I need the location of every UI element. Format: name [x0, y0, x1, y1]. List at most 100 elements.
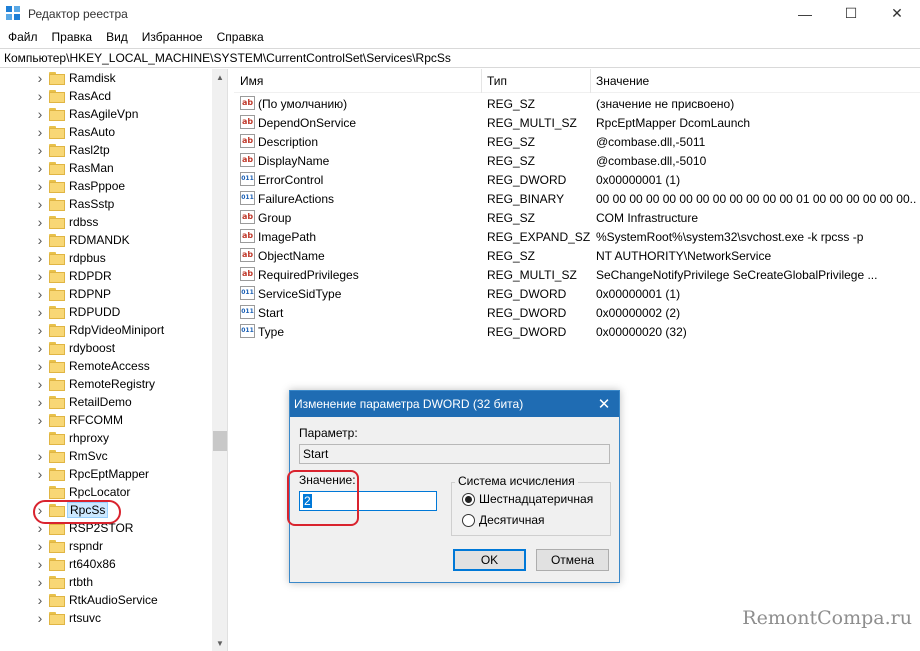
tree-item[interactable]: › RasAuto — [0, 123, 212, 141]
value-data: 00 00 00 00 00 00 00 00 00 00 00 00 01 0… — [596, 191, 916, 206]
scrollbar-thumb[interactable] — [213, 431, 227, 451]
tree-item[interactable]: rhproxy — [0, 429, 212, 447]
tree-item[interactable]: › Ramdisk — [0, 69, 212, 87]
chevron-right-icon[interactable]: › — [36, 573, 44, 591]
tree-item[interactable]: › RasPppoe — [0, 177, 212, 195]
tree-item[interactable]: RpcLocator — [0, 483, 212, 501]
tree-item[interactable]: › RDPDR — [0, 267, 212, 285]
chevron-right-icon[interactable]: › — [36, 375, 44, 393]
tree-item[interactable]: › RpcEptMapper — [0, 465, 212, 483]
tree-item[interactable]: › RetailDemo — [0, 393, 212, 411]
tree-item[interactable]: › RemoteAccess — [0, 357, 212, 375]
chevron-right-icon[interactable]: › — [36, 537, 44, 555]
chevron-right-icon[interactable]: › — [36, 231, 44, 249]
value-type: REG_SZ — [487, 210, 536, 225]
chevron-right-icon[interactable]: › — [36, 339, 44, 357]
tree-item-label: RasAcd — [69, 89, 112, 103]
scroll-down-icon[interactable]: ▼ — [212, 635, 227, 651]
chevron-right-icon[interactable]: › — [36, 357, 44, 375]
value-row[interactable]: 011 Start REG_DWORD 0x00000002 (2) — [234, 303, 920, 322]
chevron-right-icon[interactable]: › — [36, 465, 44, 483]
maximize-button[interactable]: ☐ — [828, 0, 874, 27]
chevron-right-icon[interactable]: › — [36, 249, 44, 267]
value-row[interactable]: ab Description REG_SZ @combase.dll,-5011 — [234, 132, 920, 151]
tree-item[interactable]: › RasSstp — [0, 195, 212, 213]
tree-item[interactable]: › rtbth — [0, 573, 212, 591]
tree-item[interactable]: › Rasl2tp — [0, 141, 212, 159]
tree-item-label: RtkAudioService — [69, 593, 158, 607]
tree-item[interactable]: › RmSvc — [0, 447, 212, 465]
chevron-right-icon[interactable]: › — [36, 321, 44, 339]
radio-hex[interactable]: Шестнадцатеричная — [462, 492, 593, 506]
value-row[interactable]: ab ImagePath REG_EXPAND_SZ %SystemRoot%\sys… — [234, 227, 920, 246]
minimize-button[interactable]: — — [782, 0, 828, 27]
tree-item[interactable]: › RDPNP — [0, 285, 212, 303]
tree-item[interactable]: › RemoteRegistry — [0, 375, 212, 393]
chevron-right-icon[interactable]: › — [36, 591, 44, 609]
chevron-right-icon[interactable]: › — [36, 447, 44, 465]
chevron-right-icon[interactable]: › — [36, 159, 44, 177]
chevron-right-icon[interactable]: › — [36, 177, 44, 195]
tree-item[interactable]: › rdyboost — [0, 339, 212, 357]
menu-view[interactable]: Вид — [99, 30, 135, 44]
tree-item[interactable]: › RtkAudioService — [0, 591, 212, 609]
value-row[interactable]: 011 Type REG_DWORD 0x00000020 (32) — [234, 322, 920, 341]
tree-item[interactable]: › rt640x86 — [0, 555, 212, 573]
menu-file[interactable]: Файл — [0, 30, 45, 44]
chevron-right-icon[interactable]: › — [36, 69, 44, 87]
tree-item-label: RasAgileVpn — [69, 107, 139, 121]
value-row[interactable]: ab RequiredPrivileges REG_MULTI_SZ SeChange… — [234, 265, 920, 284]
chevron-right-icon[interactable]: › — [36, 87, 44, 105]
tree-item[interactable]: › RasAcd — [0, 87, 212, 105]
value-row[interactable]: ab (По умолчанию) REG_SZ (значение не присв… — [234, 94, 920, 113]
chevron-right-icon[interactable]: › — [36, 213, 44, 231]
chevron-right-icon[interactable]: › — [36, 141, 44, 159]
tree-item[interactable]: › RdpVideoMiniport — [0, 321, 212, 339]
tree-item[interactable]: › rdbss — [0, 213, 212, 231]
tree-item[interactable]: › RDPUDD — [0, 303, 212, 321]
menu-help[interactable]: Справка — [210, 30, 271, 44]
value-row[interactable]: ab DependOnService REG_MULTI_SZ RpcEptMappe… — [234, 113, 920, 132]
tree-item[interactable]: › RasMan — [0, 159, 212, 177]
radio-dec[interactable]: Десятичная — [462, 513, 545, 527]
chevron-right-icon[interactable]: › — [36, 303, 44, 321]
radio-hex-icon[interactable] — [462, 492, 475, 506]
value-row[interactable]: ab DisplayName REG_SZ @combase.dll,-5010 — [234, 151, 920, 170]
cancel-button[interactable]: Отмена — [536, 549, 609, 571]
chevron-right-icon[interactable]: › — [36, 195, 44, 213]
menu-edit[interactable]: Правка — [45, 30, 100, 44]
chevron-right-icon[interactable]: › — [36, 285, 44, 303]
folder-icon — [49, 179, 65, 193]
close-button[interactable]: ✕ — [874, 0, 920, 27]
chevron-right-icon[interactable]: › — [36, 123, 44, 141]
dialog-close-icon[interactable]: ✕ — [589, 391, 619, 417]
chevron-right-icon[interactable]: › — [36, 411, 44, 429]
tree-item[interactable]: › RasAgileVpn — [0, 105, 212, 123]
scroll-up-icon[interactable]: ▲ — [212, 69, 227, 85]
tree-item[interactable]: › rtsuvc — [0, 609, 212, 627]
tree-item-label: Rasl2tp — [69, 143, 110, 157]
chevron-right-icon[interactable]: › — [36, 393, 44, 411]
tree-item[interactable]: › rdpbus — [0, 249, 212, 267]
column-type[interactable]: Тип — [481, 69, 590, 93]
value-row[interactable]: 011 ServiceSidType REG_DWORD 0x00000001 (1) — [234, 284, 920, 303]
value-row[interactable]: ab Group REG_SZ COM Infrastructure — [234, 208, 920, 227]
value-row[interactable]: ab ObjectName REG_SZ NT AUTHORITY\NetworkSe… — [234, 246, 920, 265]
chevron-right-icon[interactable]: › — [36, 105, 44, 123]
tree-scrollbar[interactable]: ▲ ▼ — [212, 69, 227, 651]
value-row[interactable]: 011 FailureActions REG_BINARY 00 00 00 00 0… — [234, 189, 920, 208]
address-bar[interactable]: Компьютер\HKEY_LOCAL_MACHINE\SYSTEM\Curr… — [0, 48, 920, 68]
tree-item[interactable]: › rspndr — [0, 537, 212, 555]
ok-button[interactable]: OK — [453, 549, 526, 571]
radio-dec-icon[interactable] — [462, 513, 475, 527]
menu-favorites[interactable]: Избранное — [135, 30, 210, 44]
chevron-right-icon[interactable]: › — [36, 555, 44, 573]
column-name[interactable]: Имя — [234, 69, 481, 93]
chevron-right-icon[interactable]: › — [36, 267, 44, 285]
tree-item[interactable]: › RFCOMM — [0, 411, 212, 429]
chevron-right-icon[interactable]: › — [36, 609, 44, 627]
value-row[interactable]: 011 ErrorControl REG_DWORD 0x00000001 (1) — [234, 170, 920, 189]
column-value[interactable]: Значение — [590, 69, 920, 93]
tree-item[interactable]: › RDMANDK — [0, 231, 212, 249]
folder-icon — [49, 431, 65, 445]
